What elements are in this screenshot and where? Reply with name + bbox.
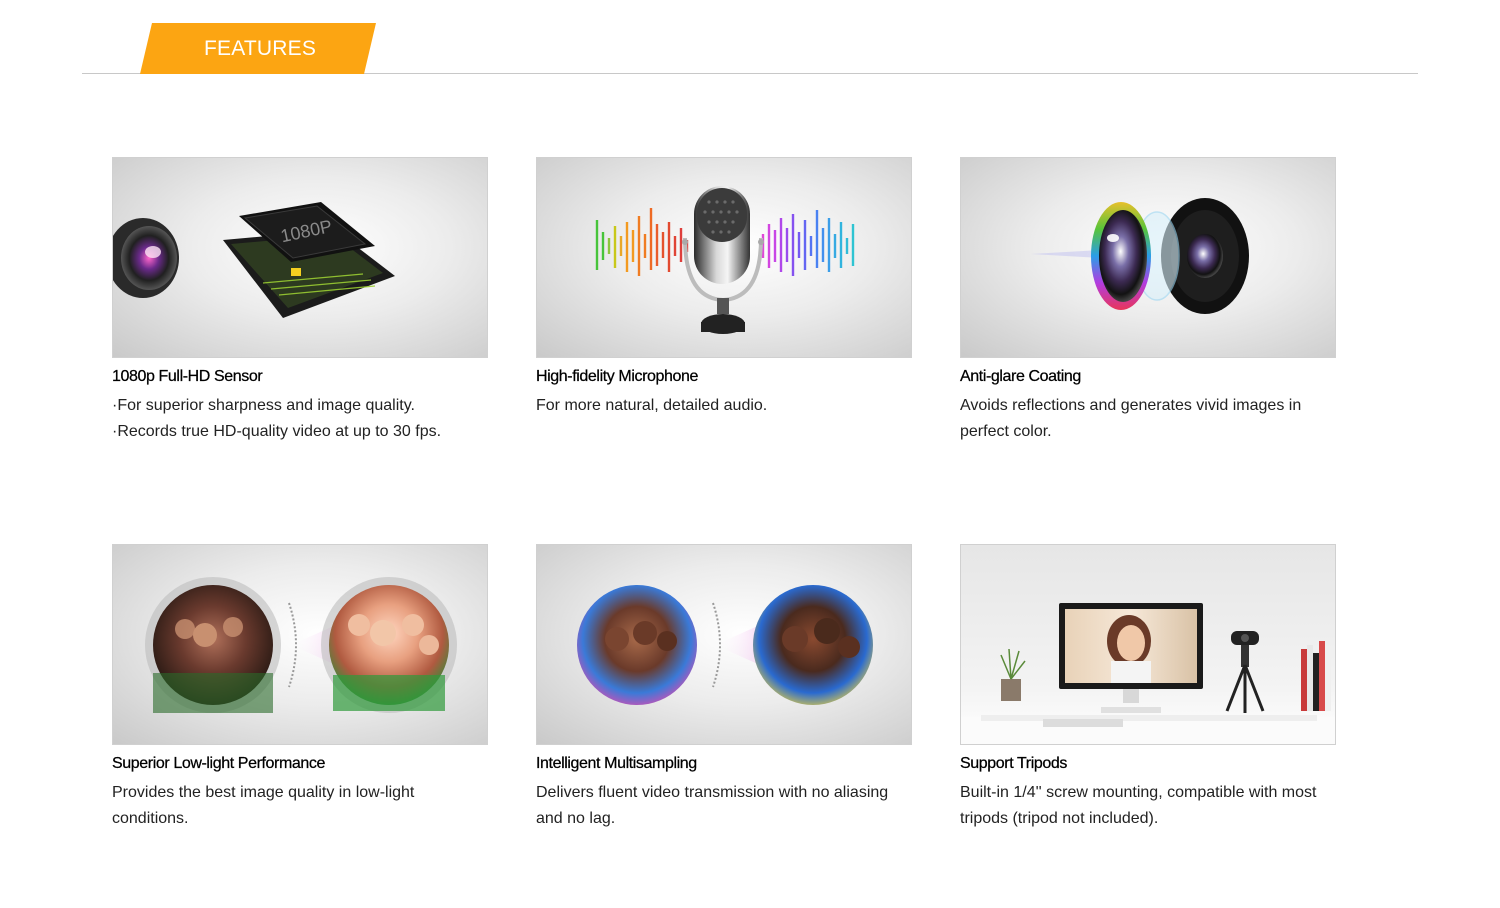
feature-description: For more natural, detailed audio. (536, 397, 768, 414)
feature-title: Support Tripods (960, 755, 1068, 772)
features-tab: FEATURES (140, 23, 376, 74)
feature-card-low-light: Superior Low-light Performance Provides … (112, 544, 488, 832)
low-light-image (112, 544, 488, 745)
feature-title: Intelligent Multisampling (536, 755, 697, 772)
tripod-image (960, 544, 1336, 745)
feature-description: Provides the best image quality in low-l… (112, 784, 415, 827)
feature-description: Delivers fluent video transmission with … (536, 784, 889, 827)
features-header: FEATURES (82, 23, 1418, 75)
low-light-comparison-illustration (145, 577, 457, 713)
feature-description: ·For superior sharpness and image qualit… (112, 397, 442, 440)
feature-title: High-fidelity Microphone (536, 368, 699, 385)
lens-illustration (1031, 198, 1249, 314)
microphone-illustration (595, 186, 855, 334)
multisampling-comparison-illustration (577, 585, 873, 705)
multisampling-image (536, 544, 912, 745)
feature-card-anti-glare: Anti-glare Coating Avoids reflections an… (960, 157, 1336, 445)
sensor-chip-illustration: 1080P (113, 202, 395, 318)
desk-setup-illustration (961, 603, 1335, 744)
feature-title: 1080p Full-HD Sensor (112, 368, 263, 385)
feature-description: Built-in 1/4'' screw mounting, compatibl… (960, 784, 1317, 827)
feature-card-multisampling: Intelligent Multisampling Delivers fluen… (536, 544, 912, 832)
feature-description: Avoids reflections and generates vivid i… (960, 397, 1302, 440)
feature-title: Anti-glare Coating (960, 368, 1082, 385)
feature-card-tripods: Support Tripods Built-in 1/4'' screw mou… (960, 544, 1336, 832)
lens-image (960, 157, 1336, 358)
feature-title: Superior Low-light Performance (112, 755, 326, 772)
sensor-image: 1080P (112, 157, 488, 358)
feature-card-sensor: 1080P 1080p Full-HD Sensor ·For superior… (112, 157, 488, 445)
microphone-image (536, 157, 912, 358)
feature-card-microphone: High-fidelity Microphone For more natura… (536, 157, 912, 419)
